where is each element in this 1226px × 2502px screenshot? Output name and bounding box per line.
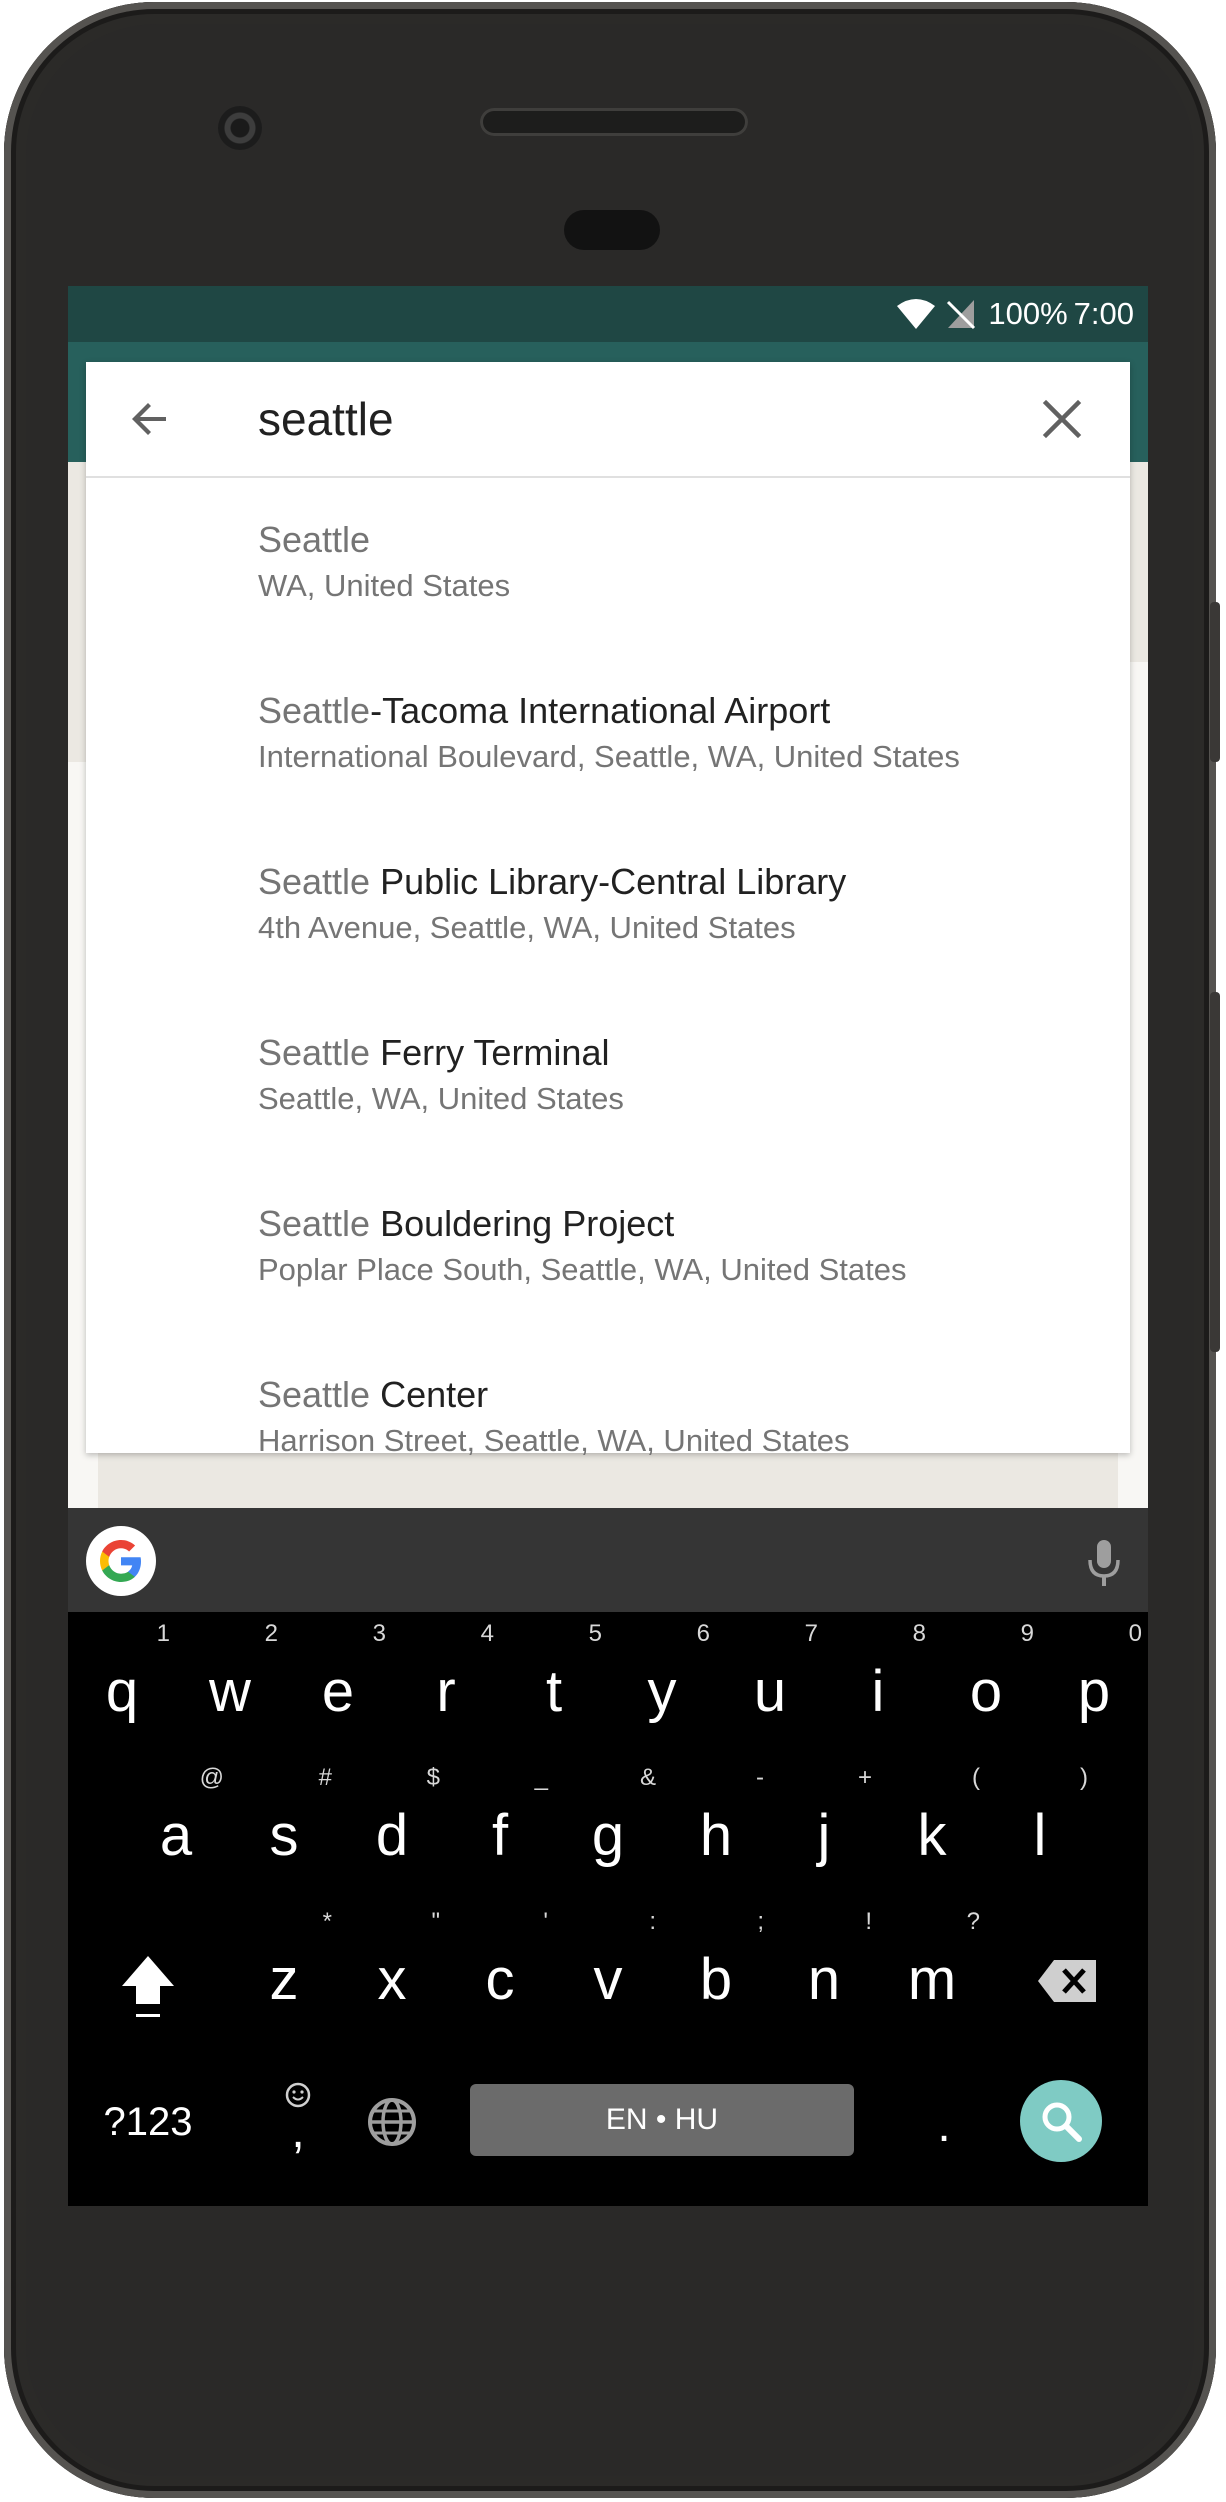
key-n[interactable]: ! n	[770, 1900, 878, 2030]
volume-button	[1210, 602, 1220, 762]
status-bar: 100% 7:00	[68, 286, 1148, 342]
symbols-key[interactable]: ?123	[88, 2092, 208, 2152]
proximity-sensor	[564, 210, 660, 250]
result-subtitle: Poplar Place South, Seattle, WA, United …	[258, 1252, 907, 1287]
space-key[interactable]: EN • HU	[470, 2084, 854, 2156]
shift-key[interactable]	[108, 1952, 188, 2032]
key-w[interactable]: 2w	[176, 1612, 284, 1742]
key-i[interactable]: 8i	[824, 1612, 932, 1742]
result-subtitle: Harrison Street, Seattle, WA, United Sta…	[258, 1423, 850, 1458]
key-t[interactable]: 5t	[500, 1612, 608, 1742]
globe-icon	[368, 2098, 416, 2146]
key-c[interactable]: ' c	[446, 1900, 554, 2030]
search-key[interactable]	[1020, 2080, 1102, 2162]
arrow-back-icon[interactable]	[126, 395, 174, 443]
search-result-item[interactable]: Seattle WA, United States	[86, 478, 1130, 649]
backspace-key[interactable]	[1028, 1958, 1108, 2018]
battery-percent: 100%	[988, 296, 1068, 331]
key-f[interactable]: _ f	[446, 1756, 554, 1886]
result-title: Seattle Public Library-Central Library	[258, 861, 847, 902]
key-k[interactable]: (k	[878, 1756, 986, 1886]
language-key[interactable]	[364, 2096, 420, 2152]
search-input[interactable]	[258, 390, 1018, 448]
key-o[interactable]: 9o	[932, 1612, 1040, 1742]
search-bar	[86, 362, 1130, 478]
google-g-icon[interactable]	[86, 1526, 156, 1596]
search-result-item[interactable]: Seattle Ferry Terminal Seattle, WA, Unit…	[86, 991, 1130, 1162]
key-d[interactable]: $ d	[338, 1756, 446, 1886]
result-subtitle: International Boulevard, Seattle, WA, Un…	[258, 739, 960, 774]
result-title: Seattle	[258, 519, 371, 560]
result-subtitle: 4th Avenue, Seattle, WA, United States	[258, 910, 796, 945]
microphone-icon[interactable]	[1086, 1538, 1122, 1588]
result-title: Seattle Bouldering Project	[258, 1203, 675, 1244]
search-result-item[interactable]: Seattle Public Library-Central Library 4…	[86, 820, 1130, 991]
search-panel: Seattle WA, United States Seattle-Tacoma…	[86, 362, 1130, 1458]
key-v[interactable]: :v	[554, 1900, 662, 2030]
backspace-icon	[1038, 1960, 1096, 2002]
shift-icon	[122, 1956, 174, 2017]
result-title: Seattle Center	[258, 1374, 489, 1415]
search-result-item[interactable]: Seattle-Tacoma International Airport Int…	[86, 649, 1130, 820]
key-y[interactable]: 6y	[608, 1612, 716, 1742]
key-p[interactable]: 0p	[1040, 1612, 1148, 1742]
key-x[interactable]: " x	[338, 1900, 446, 2030]
result-title: Seattle-Tacoma International Airport	[258, 690, 831, 731]
key-j[interactable]: + j	[770, 1756, 878, 1886]
clock: 7:00	[1073, 296, 1134, 331]
key-a[interactable]: @ a	[122, 1756, 230, 1886]
search-result-item[interactable]: Seattle Center Harrison Street, Seattle,…	[86, 1333, 1130, 1458]
comma-key[interactable]: ,	[268, 2082, 328, 2162]
on-screen-keyboard: 1q 2w 3e 4r 5t 6y 7u 8i 9o 0p @ a # s $ d _…	[68, 1612, 1148, 2206]
key-b[interactable]: ; b	[662, 1900, 770, 2030]
key-q[interactable]: 1q	[68, 1612, 176, 1742]
key-g[interactable]: & g	[554, 1756, 662, 1886]
key-z[interactable]: * z	[230, 1900, 338, 2030]
close-icon[interactable]	[1040, 397, 1084, 441]
earpiece-speaker	[480, 108, 748, 136]
key-e[interactable]: 3e	[284, 1612, 392, 1742]
result-subtitle: WA, United States	[258, 568, 511, 603]
key-m[interactable]: ? m	[878, 1900, 986, 2030]
key-u[interactable]: 7u	[716, 1612, 824, 1742]
power-button	[1210, 992, 1220, 1352]
comma-label: ,	[291, 2105, 305, 2158]
keyboard-suggestion-strip	[68, 1508, 1148, 1612]
search-results-list: Seattle WA, United States Seattle-Tacoma…	[86, 478, 1130, 1458]
result-subtitle: Seattle, WA, United States	[258, 1081, 624, 1116]
key-l[interactable]: ) l	[986, 1756, 1094, 1886]
key-h[interactable]: -h	[662, 1756, 770, 1886]
device-screen: 100% 7:00 Seattle WA, United States	[68, 286, 1148, 2206]
search-icon	[1042, 2102, 1082, 2142]
key-r[interactable]: 4r	[392, 1612, 500, 1742]
front-camera	[218, 106, 262, 150]
key-s[interactable]: # s	[230, 1756, 338, 1886]
no-signal-icon	[947, 300, 976, 330]
period-key[interactable]: .	[914, 2086, 974, 2166]
result-title: Seattle Ferry Terminal	[258, 1032, 610, 1073]
search-result-item[interactable]: Seattle Bouldering Project Poplar Place …	[86, 1162, 1130, 1333]
wifi-icon	[897, 299, 936, 329]
